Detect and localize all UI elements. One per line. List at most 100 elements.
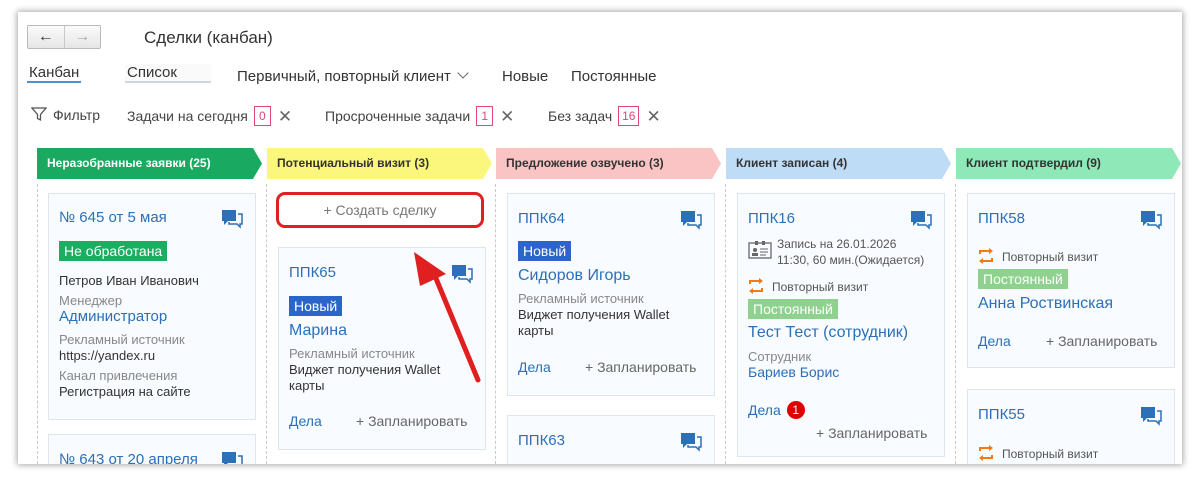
quick-filter-label: Просроченные задачи <box>325 108 471 124</box>
source-value: https://yandex.ru <box>59 348 156 363</box>
status-badge-label: Постоянный <box>748 299 838 319</box>
employee-link[interactable]: Бариев Борис <box>748 364 839 380</box>
status-badge: Постоянный <box>748 299 838 319</box>
source-value: Виджет получения Wallet <box>518 307 670 322</box>
tab-list[interactable]: Список <box>125 64 211 83</box>
chat-icon[interactable] <box>680 432 702 452</box>
deal-card[interactable]: ППК58 Повторный визит Постоянный Анна Ро… <box>967 193 1175 368</box>
status-badge-label: Постоянный <box>978 269 1068 289</box>
count-badge: 1 <box>476 106 494 126</box>
column-header-offer[interactable]: Предложение озвучено (3) <box>496 148 721 179</box>
tasks-link[interactable]: Дела <box>518 359 551 375</box>
tasks-link[interactable]: Дела <box>289 413 322 429</box>
channel-label: Канал привлечения <box>59 368 178 383</box>
column-header-confirmed[interactable]: Клиент подтвердил (9) <box>956 148 1181 179</box>
column-header-unprocessed[interactable]: Неразобранные заявки (25) <box>37 148 262 179</box>
deal-card[interactable]: № 643 от 20 апреля <box>48 434 256 464</box>
channel-value: Регистрация на сайте <box>59 384 191 399</box>
card-title[interactable]: ППК58 <box>978 210 1025 227</box>
quick-filter-today[interactable]: Задачи на сегодня 0 ✕ <box>127 106 292 127</box>
client-name[interactable]: Тест Тест (сотрудник) <box>748 324 908 342</box>
column-header-potential-visit[interactable]: Потенциальный визит (3) <box>267 148 492 179</box>
chat-icon[interactable] <box>221 209 243 229</box>
deal-card[interactable]: ППК55 Повторный визит <box>967 389 1175 464</box>
repeat-icon <box>979 445 993 461</box>
manager-link[interactable]: Администратор <box>59 308 167 325</box>
filter-button[interactable]: Фильтр <box>30 106 101 123</box>
quick-filter-no-tasks[interactable]: Без задач 16 ✕ <box>548 106 661 127</box>
schedule-button[interactable]: + Запланировать <box>356 413 467 429</box>
status-badge: Новый <box>518 241 572 261</box>
close-icon[interactable]: ✕ <box>500 107 514 127</box>
source-label: Рекламный источник <box>518 291 644 306</box>
column-divider <box>495 184 496 464</box>
chat-icon[interactable] <box>910 210 932 230</box>
back-button[interactable]: ← <box>28 26 64 48</box>
status-badge-label: Не обработана <box>59 241 168 261</box>
count-badge: 0 <box>253 106 271 126</box>
card-title[interactable]: ППК65 <box>289 264 336 281</box>
appointment-card-icon <box>748 241 772 259</box>
create-deal-button[interactable]: + Создать сделку <box>276 192 484 228</box>
history-nav: ← → <box>27 25 101 49</box>
filter-permanent[interactable]: Постоянные <box>571 68 656 85</box>
column-divider <box>955 184 956 464</box>
tasks-link[interactable]: Дела <box>978 333 1011 349</box>
card-title[interactable]: ППК55 <box>978 406 1025 423</box>
quick-filter-label: Задачи на сегодня <box>127 108 248 124</box>
chat-icon[interactable] <box>1140 406 1162 426</box>
card-title[interactable]: ППК64 <box>518 210 565 227</box>
status-badge: Новый <box>289 296 343 316</box>
column-divider <box>37 184 38 464</box>
client-name[interactable]: Анна Роствинская <box>978 295 1113 313</box>
column-divider <box>266 184 267 464</box>
visit-type-label: Повторный визит <box>772 280 869 294</box>
status-badge-label: Новый <box>518 241 572 261</box>
close-icon[interactable]: ✕ <box>646 107 660 127</box>
source-value: карты <box>289 378 325 393</box>
schedule-button[interactable]: + Запланировать <box>585 359 696 375</box>
card-title[interactable]: ППК16 <box>748 210 795 227</box>
column-header-booked[interactable]: Клиент записан (4) <box>726 148 951 179</box>
deal-card[interactable]: № 645 от 5 мая Не обработана Петров Иван… <box>48 193 256 420</box>
chat-icon[interactable] <box>221 451 243 464</box>
client-name: Петров Иван Иванович <box>59 273 199 288</box>
filter-label: Фильтр <box>53 107 101 123</box>
visit-type: Повторный визит <box>978 445 1098 461</box>
visit-type: Повторный визит <box>748 278 868 294</box>
tab-kanban[interactable]: Канбан <box>27 64 82 83</box>
schedule-button[interactable]: + Запланировать <box>1046 333 1157 349</box>
tasks-label: Дела <box>748 402 781 418</box>
forward-button[interactable]: → <box>63 26 101 48</box>
deal-card[interactable]: ППК64 Новый Сидоров Игорь Рекламный исто… <box>507 193 715 396</box>
repeat-icon <box>979 248 993 264</box>
app-window: ← → Сделки (канбан) Канбан Список Первич… <box>18 12 1182 464</box>
status-badge-label: Новый <box>289 296 343 316</box>
funnel-icon <box>30 107 48 122</box>
tasks-count-badge: 1 <box>786 401 805 419</box>
quick-filter-overdue[interactable]: Просроченные задачи 1 ✕ <box>325 106 514 127</box>
card-title[interactable]: № 645 от 5 мая <box>59 209 167 226</box>
deal-card[interactable]: ППК63 <box>507 415 715 464</box>
card-title[interactable]: № 643 от 20 апреля <box>59 451 198 464</box>
status-badge: Не обработана <box>59 241 168 261</box>
status-badge: Постоянный <box>978 269 1068 289</box>
source-value: карты <box>518 323 554 338</box>
repeat-icon <box>749 278 763 294</box>
column-divider <box>725 184 726 464</box>
arrow-right-icon: → <box>74 28 91 45</box>
client-type-dropdown[interactable]: Первичный, повторный клиент <box>237 67 469 85</box>
client-name[interactable]: Сидоров Игорь <box>518 267 631 285</box>
tasks-link[interactable]: Дела 1 <box>748 401 805 419</box>
card-title[interactable]: ППК63 <box>518 432 565 449</box>
deal-card[interactable]: ППК16 Запись на 26.01.2026 11:30, 60 мин… <box>737 193 945 457</box>
chat-icon[interactable] <box>680 210 702 230</box>
filter-new[interactable]: Новые <box>502 68 548 85</box>
chat-icon[interactable] <box>1140 210 1162 230</box>
close-icon[interactable]: ✕ <box>278 107 292 127</box>
client-name[interactable]: Марина <box>289 322 347 340</box>
manager-label: Менеджер <box>59 293 123 308</box>
appointment-text: Запись на 26.01.2026 <box>777 237 897 251</box>
schedule-button[interactable]: + Запланировать <box>816 425 927 441</box>
page-title: Сделки (канбан) <box>144 28 273 47</box>
